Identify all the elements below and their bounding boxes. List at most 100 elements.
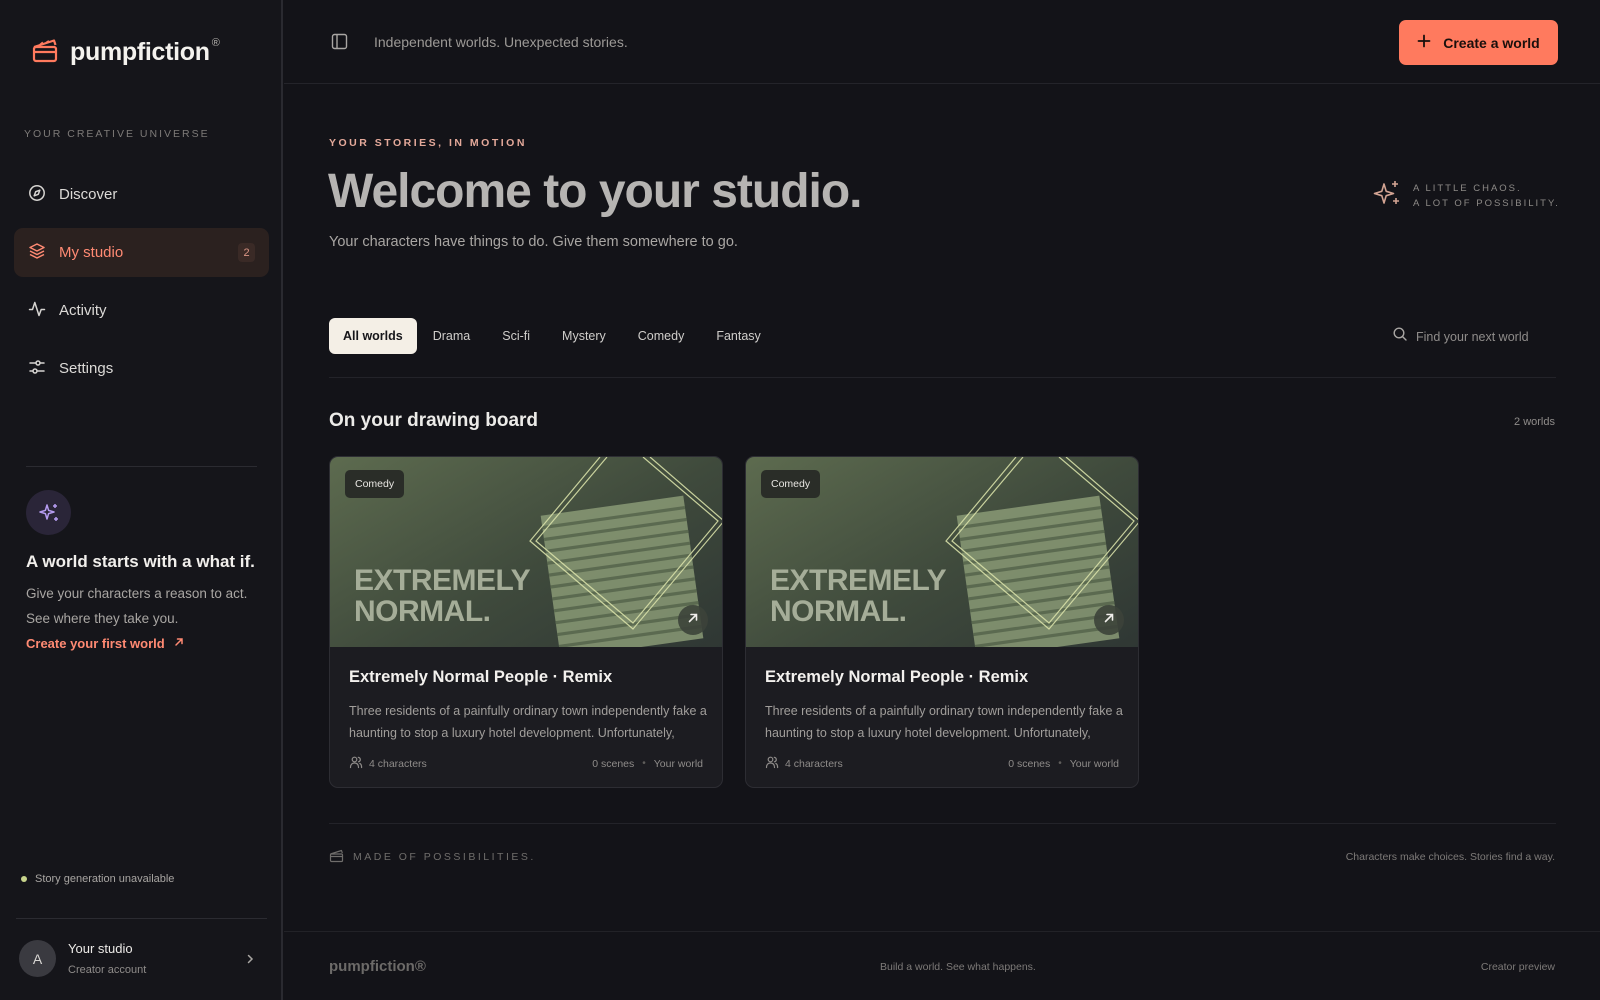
brand-registered-mark: ® [211,36,220,49]
world-description: Three residents of a painfully ordinary … [349,704,707,740]
promo-link-label: Create your first world [26,636,165,651]
create-world-label: Create a world [1443,34,1540,51]
open-world-button[interactable] [1094,605,1124,635]
character-count: 4 characters [349,755,427,772]
sidebar-divider-bottom [16,918,267,919]
page-title: Welcome to your studio. [328,165,862,218]
choices-text: Characters make choices. Stories find a … [1345,851,1555,863]
generation-status: Story generation unavailable [21,873,174,885]
cover-line-1: EXTREMELY [354,564,531,597]
tab-mystery[interactable]: Mystery [546,318,622,354]
tab-comedy[interactable]: Comedy [622,318,701,354]
sidebar-item-my-studio[interactable]: My studio 2 [14,228,269,277]
world-cover-image: EXTREMELY NORMAL. Comedy [330,457,722,647]
account-switcher[interactable]: A Your studio Creator account [19,940,264,977]
worlds-count: 2 worlds [1514,416,1555,428]
sidebar-item-activity[interactable]: Activity [14,286,269,335]
topbar-tagline: Independent worlds. Unexpected stories. [374,34,628,50]
cover-line-2: NORMAL. [770,595,907,628]
top-bar: Independent worlds. Unexpected stories. … [284,0,1600,84]
users-icon [765,755,779,772]
world-title: Extremely Normal People · Remix [349,668,613,686]
status-dot [21,876,27,882]
chaos-line-1: A LITTLE CHAOS. [1413,183,1522,194]
scene-count: 0 scenes [592,757,635,770]
arrow-up-right-icon [687,611,699,629]
world-card[interactable]: EXTREMELY NORMAL. Comedy Extremely Norma… [329,456,723,788]
sidebar-item-settings[interactable]: Settings [14,344,269,393]
world-meta: 4 characters 0 scenes • Your world [349,755,703,772]
made-of-possibilities: MADE OF POSSIBILITIES. [329,848,536,866]
compass-icon [28,184,46,206]
brand-name: pumpfiction [70,38,210,66]
tab-drama[interactable]: Drama [417,318,487,354]
sidebar: pumpfiction ® YOUR CREATIVE UNIVERSE Dis… [0,0,283,1000]
promo-title: A world starts with a what if. [26,552,255,571]
open-world-button[interactable] [678,605,708,635]
tab-all-worlds[interactable]: All worlds [329,318,417,354]
world-meta: 4 characters 0 scenes • Your world [765,755,1119,772]
genre-badge: Comedy [345,470,405,498]
sidebar-item-label: My studio [59,244,124,261]
brand-logo[interactable]: pumpfiction ® [31,36,220,69]
scene-count: 0 scenes [1008,757,1051,770]
sidebar-item-label: Activity [59,302,107,319]
world-card[interactable]: EXTREMELY NORMAL. Comedy Extremely Norma… [745,456,1139,788]
world-owner: Your world [1069,757,1119,770]
section-title: On your drawing board [329,410,539,431]
tab-fantasy[interactable]: Fantasy [700,318,776,354]
search-input[interactable] [1416,329,1556,344]
users-icon [349,755,363,772]
page-footer: pumpfiction® Build a world. See what hap… [284,931,1600,1000]
world-description: Three residents of a painfully ordinary … [765,704,1123,740]
cover-title-art: EXTREMELY NORMAL. [354,564,531,628]
plus-icon [1417,34,1431,51]
sliders-icon [28,358,46,380]
arrow-up-right-icon [1103,611,1115,629]
activity-icon [28,300,46,322]
footer-logo: pumpfiction® [329,958,426,975]
sidebar-toggle-icon[interactable] [331,33,348,55]
account-type: Creator account [68,964,147,976]
chevron-right-icon [244,952,256,970]
world-cards: EXTREMELY NORMAL. Comedy Extremely Norma… [329,456,1139,788]
arrow-up-right-icon [173,636,185,651]
clapperboard-icon [329,848,344,866]
meta-separator: • [642,758,646,769]
chaos-line-2: A LOT OF POSSIBILITY. [1413,198,1560,209]
chaos-text: A LITTLE CHAOS. A LOT OF POSSIBILITY. [1413,178,1560,213]
world-title: Extremely Normal People · Remix [765,668,1029,686]
character-count-text: 4 characters [369,757,427,770]
world-search [1393,327,1556,346]
footer-tagline: Build a world. See what happens. [880,961,1036,973]
search-icon [1393,327,1407,346]
content-divider [329,823,1556,824]
avatar: A [19,940,56,977]
layers-icon [28,242,46,264]
world-meta-right: 0 scenes • Your world [592,758,703,770]
chaos-note: A LITTLE CHAOS. A LOT OF POSSIBILITY. [1372,178,1560,213]
sidebar-item-label: Settings [59,360,114,377]
page-subtitle: Your characters have things to do. Give … [329,234,738,250]
studio-count-badge: 2 [238,243,255,262]
cover-line-2: NORMAL. [354,595,491,628]
character-count-text: 4 characters [785,757,843,770]
genre-badge: Comedy [761,470,821,498]
sidebar-nav: Discover My studio 2 Activity Settings [14,170,269,402]
account-name: Your studio [68,941,133,956]
character-count: 4 characters [765,755,843,772]
promo-text: Give your characters a reason to act. Se… [26,586,248,626]
hero-eyebrow: YOUR STORIES, IN MOTION [329,137,527,149]
sidebar-item-label: Discover [59,186,118,203]
sidebar-section-label: YOUR CREATIVE UNIVERSE [24,128,210,140]
create-first-world-link[interactable]: Create your first world [26,636,266,651]
made-text: MADE OF POSSIBILITIES. [353,851,536,863]
footer-note: Creator preview [1480,961,1555,973]
create-world-button[interactable]: Create a world [1399,20,1558,65]
cover-line-1: EXTREMELY [770,564,947,597]
sidebar-item-discover[interactable]: Discover [14,170,269,219]
world-meta-right: 0 scenes • Your world [1008,758,1119,770]
tab-sci-fi[interactable]: Sci-fi [486,318,546,354]
sparkles-icon [26,490,71,535]
genre-filter-tabs: All worlds Drama Sci-fi Mystery Comedy F… [329,318,777,354]
